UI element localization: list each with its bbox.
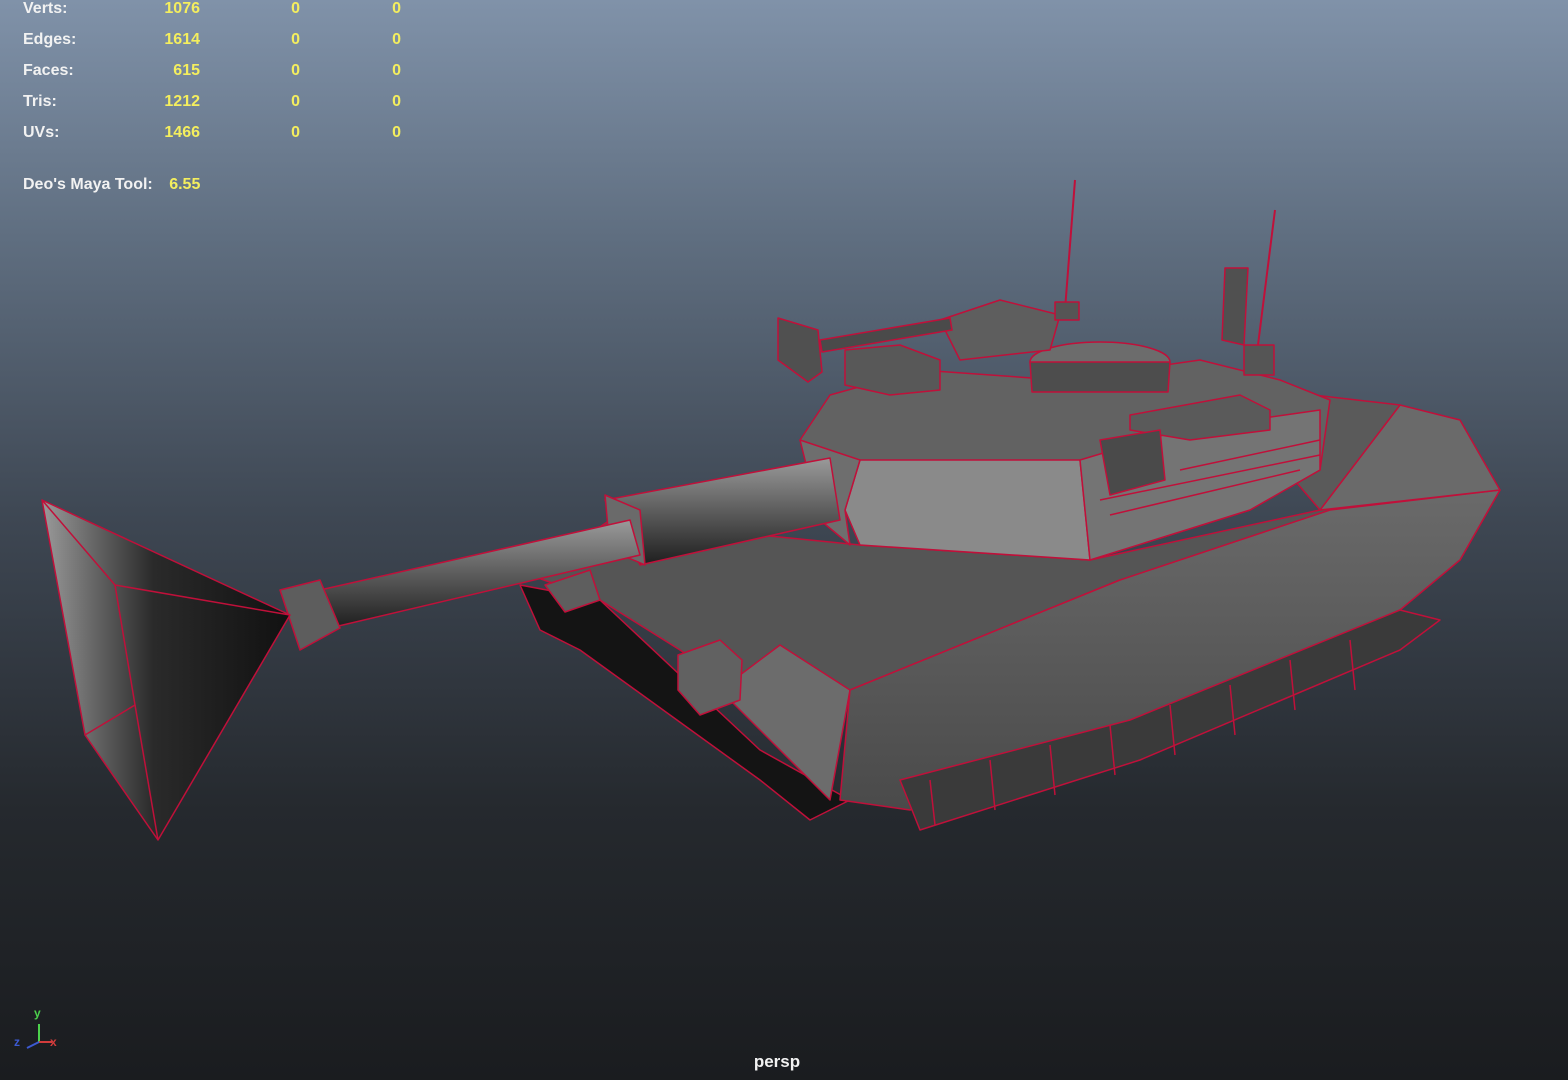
- poly-count-hud: Verts: 1076 0 0 Edges: 1614 0 0 Faces: 6…: [0, 0, 460, 210]
- hud-value-selected: 0: [291, 31, 300, 48]
- axis-x-label: x: [50, 1035, 57, 1049]
- gun-shield: [777, 317, 823, 383]
- hud-row-faces: Faces: 615 0 0: [0, 62, 460, 84]
- cupola-side: [1029, 361, 1171, 393]
- hatch-block: [939, 299, 1061, 361]
- antenna-left: [1064, 179, 1076, 311]
- axis-gizmo-icon: y x z: [14, 1006, 57, 1049]
- hud-value-object: 1614: [164, 31, 200, 48]
- antenna-mount-left: [1054, 301, 1080, 321]
- hud-row-uvs: UVs: 1466 0 0: [0, 124, 460, 146]
- hud-value-object: 615: [173, 62, 200, 79]
- hud-label: Edges:: [23, 31, 77, 48]
- hud-value-selected: 0: [291, 124, 300, 141]
- hud-label: UVs:: [23, 124, 60, 141]
- hud-value-object: 1076: [164, 0, 200, 17]
- hud-value-component: 0: [392, 124, 401, 141]
- hud-value-selected: 0: [291, 93, 300, 110]
- hud-row-tris: Tris: 1212 0 0: [0, 93, 460, 115]
- sight-box: [844, 344, 941, 396]
- antenna-right: [1257, 209, 1276, 346]
- hud-label: Verts:: [23, 0, 68, 17]
- tank-model[interactable]: [41, 179, 1501, 841]
- hud-label: Faces:: [23, 62, 74, 79]
- axis-y-label: y: [34, 1006, 41, 1020]
- tool-version-row: Deo's Maya Tool: 6.55: [23, 176, 200, 194]
- tool-label: Deo's Maya Tool:: [23, 176, 153, 193]
- hud-row-verts: Verts: 1076 0 0: [0, 0, 460, 22]
- tool-version-value: 6.55: [169, 176, 201, 193]
- hud-value-object: 1466: [164, 124, 200, 141]
- muzzle-cone: [41, 499, 291, 841]
- hud-value-component: 0: [392, 62, 401, 79]
- hud-value-selected: 0: [291, 0, 300, 17]
- hud-value-component: 0: [392, 93, 401, 110]
- hud-row-edges: Edges: 1614 0 0: [0, 31, 460, 53]
- turret-face: [844, 459, 1091, 561]
- antenna-mount-right: [1243, 344, 1275, 376]
- hud-value-component: 0: [392, 0, 401, 17]
- hud-label: Tris:: [23, 93, 57, 110]
- camera-name-label: persp: [753, 1052, 801, 1071]
- exhaust-pipe: [1221, 267, 1249, 346]
- hud-value-selected: 0: [291, 62, 300, 79]
- axis-z-label: z: [14, 1035, 20, 1049]
- hud-value-object: 1212: [164, 93, 200, 110]
- hud-value-component: 0: [392, 31, 401, 48]
